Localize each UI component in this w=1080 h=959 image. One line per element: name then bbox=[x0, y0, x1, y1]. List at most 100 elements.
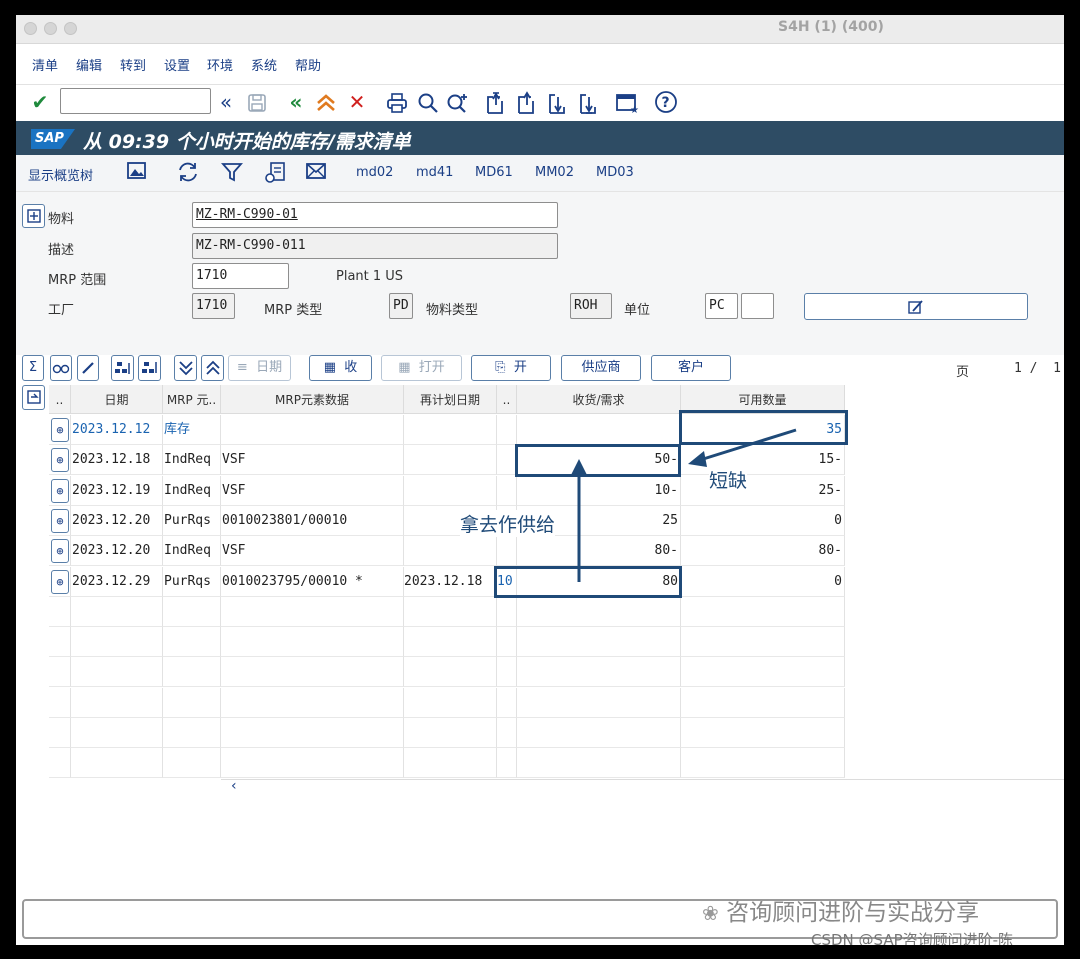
pencil-icon[interactable] bbox=[77, 355, 99, 381]
unit-label: 单位 bbox=[624, 303, 651, 318]
menu-goto[interactable]: 转到 bbox=[120, 55, 146, 74]
filter-icon[interactable] bbox=[221, 161, 243, 188]
collapse-all-icon[interactable] bbox=[201, 355, 224, 381]
link-mm02[interactable]: MM02 bbox=[535, 165, 574, 180]
open2-button[interactable]: ⎘ 开 bbox=[471, 355, 551, 381]
svg-text:?: ? bbox=[662, 95, 670, 111]
date-button-label: 日期 bbox=[256, 360, 283, 375]
system-toolbar: ✔ « « ✕ ★ ? bbox=[16, 85, 1064, 121]
window-titlebar: S4H (1) (400) bbox=[16, 15, 1064, 44]
menu-environment[interactable]: 环境 bbox=[207, 55, 233, 74]
window-title: S4H (1) (400) bbox=[778, 19, 884, 35]
receipt-button[interactable]: ▦ 收 bbox=[309, 355, 372, 381]
show-overview-tree-button[interactable]: 显示概览树 bbox=[28, 165, 93, 184]
sap-window: S4H (1) (400) 清单 编辑 转到 设置 环境 系统 帮助 ✔ « «… bbox=[16, 15, 1064, 945]
description-label: 描述 bbox=[48, 243, 75, 258]
mrp-type-label: MRP 类型 bbox=[264, 303, 323, 318]
plant-field: 1710 bbox=[192, 293, 235, 319]
material-type-label: 物料类型 bbox=[426, 303, 479, 318]
stock-requirements-grid: .. 日期 MRP 元.. MRP元素数据 再计划日期 .. 收货/需求 可用数… bbox=[16, 385, 1064, 805]
open-button-label: 打开 bbox=[418, 360, 445, 375]
link-md03[interactable]: MD03 bbox=[596, 165, 634, 180]
wechat-watermark: ❀ 咨询顾问进阶与实战分享 bbox=[702, 893, 979, 927]
last-page-icon[interactable] bbox=[577, 89, 601, 115]
annotation-arrows bbox=[571, 428, 797, 582]
save-icon[interactable] bbox=[245, 89, 269, 115]
find-icon[interactable] bbox=[416, 89, 440, 115]
open-button[interactable]: ▦ 打开 bbox=[381, 355, 462, 381]
help-icon[interactable]: ? bbox=[654, 89, 678, 115]
menu-bar: 清单 编辑 转到 设置 环境 系统 帮助 bbox=[16, 44, 1064, 85]
document-settings-icon[interactable] bbox=[263, 161, 287, 190]
page-indicator: 1 / 1 bbox=[1014, 361, 1061, 376]
mrp-area-label: MRP 范围 bbox=[48, 273, 107, 288]
date-button[interactable]: ≡ 日期 bbox=[228, 355, 291, 381]
expand-header-icon[interactable] bbox=[22, 204, 45, 228]
page-title: 从 09:39 个小时开始的库存/需求清单 bbox=[83, 131, 411, 153]
menu-settings[interactable]: 设置 bbox=[164, 55, 190, 74]
previous-page-icon[interactable] bbox=[515, 89, 539, 115]
sum-icon[interactable]: Σ bbox=[22, 355, 44, 381]
watermark-text: 咨询顾问进阶与实战分享 bbox=[726, 900, 980, 926]
mrp-area-field[interactable]: 1710 bbox=[192, 263, 289, 289]
calendar-icon: ▦ bbox=[323, 360, 336, 375]
open2-button-label: 开 bbox=[513, 360, 527, 375]
svg-text:★: ★ bbox=[630, 105, 639, 114]
unit-extra-field[interactable] bbox=[741, 293, 774, 319]
material-type-field: ROH bbox=[570, 293, 612, 319]
picture-icon[interactable] bbox=[126, 161, 148, 186]
menu-system[interactable]: 系统 bbox=[251, 55, 277, 74]
annotation-supply-text: 拿去作供给 bbox=[460, 510, 556, 537]
link-md61[interactable]: MD61 bbox=[475, 165, 513, 180]
csdn-watermark: CSDN @SAP咨询顾问进阶-陈 bbox=[811, 931, 1014, 945]
sap-logo: SAP bbox=[31, 129, 75, 149]
mrp-type-field: PD bbox=[389, 293, 413, 319]
period-icon: ⎘ bbox=[495, 360, 506, 375]
maximize-window-button[interactable] bbox=[64, 22, 77, 35]
header-form: 物料 MZ-RM-C990-01 描述 MZ-RM-C990-011 MRP 范… bbox=[16, 192, 1064, 355]
date-lines-icon: ≡ bbox=[236, 360, 248, 375]
command-field[interactable] bbox=[60, 88, 211, 114]
unit-field[interactable]: PC bbox=[705, 293, 738, 319]
page-label: 页 bbox=[956, 365, 970, 380]
link-md02[interactable]: md02 bbox=[356, 165, 393, 180]
collapse-command-icon[interactable]: « bbox=[214, 89, 238, 115]
sort-ascending-icon[interactable] bbox=[111, 355, 134, 381]
create-session-icon[interactable]: ★ bbox=[615, 89, 639, 116]
annotation-shortage-text: 短缺 bbox=[709, 466, 748, 493]
refresh-icon[interactable] bbox=[176, 161, 200, 188]
edit-header-button[interactable] bbox=[804, 293, 1028, 320]
enter-check-icon[interactable]: ✔ bbox=[28, 89, 52, 115]
back-icon[interactable]: « bbox=[284, 89, 308, 115]
material-field[interactable]: MZ-RM-C990-01 bbox=[192, 202, 558, 228]
menu-edit[interactable]: 编辑 bbox=[76, 55, 102, 74]
edit-pencil-icon bbox=[908, 300, 923, 314]
menu-list[interactable]: 清单 bbox=[32, 55, 58, 74]
find-next-icon[interactable] bbox=[446, 89, 470, 115]
mrp-area-text: Plant 1 US bbox=[336, 269, 404, 284]
title-header: SAP 从 09:39 个小时开始的库存/需求清单 bbox=[16, 121, 1064, 155]
sort-descending-icon[interactable] bbox=[138, 355, 161, 381]
receipt-button-label: 收 bbox=[344, 360, 358, 375]
vendor-button[interactable]: 供应商 bbox=[561, 355, 641, 381]
details-glasses-icon[interactable] bbox=[50, 355, 72, 381]
minimize-window-button[interactable] bbox=[44, 22, 57, 35]
material-label: 物料 bbox=[48, 212, 75, 227]
application-toolbar: 显示概览树 md02 md41 MD61 MM02 MD03 bbox=[16, 155, 1064, 192]
first-page-icon[interactable] bbox=[484, 89, 508, 115]
exit-icon[interactable] bbox=[314, 89, 338, 115]
mail-icon[interactable] bbox=[305, 161, 327, 186]
plant-label: 工厂 bbox=[48, 303, 75, 318]
customer-button[interactable]: 客户 bbox=[651, 355, 731, 381]
link-md41[interactable]: md41 bbox=[416, 165, 453, 180]
print-icon[interactable] bbox=[385, 89, 409, 115]
calendar-grey-icon: ▦ bbox=[398, 360, 411, 375]
cancel-icon[interactable]: ✕ bbox=[345, 89, 369, 115]
expand-all-icon[interactable] bbox=[174, 355, 197, 381]
menu-help[interactable]: 帮助 bbox=[295, 55, 321, 74]
wechat-icon: ❀ bbox=[702, 901, 719, 925]
description-field: MZ-RM-C990-011 bbox=[192, 233, 558, 259]
next-page-icon[interactable] bbox=[546, 89, 570, 115]
grid-toolbar: Σ ≡ 日期 ▦ 收 ▦ 打开 ⎘ 开 供应商 客户 页 1 / 1 bbox=[16, 355, 1064, 384]
close-window-button[interactable] bbox=[24, 22, 37, 35]
